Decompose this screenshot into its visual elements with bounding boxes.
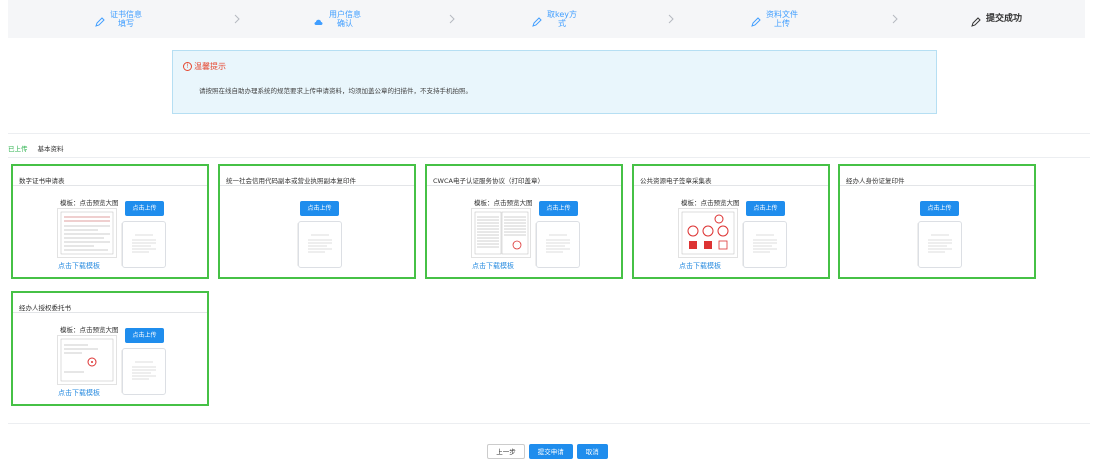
card-title: 经办人授权委托书 (19, 304, 71, 312)
step-key-method[interactable]: 取key方式 (531, 0, 577, 38)
template-label: 模板：点击预览大图 (474, 199, 533, 207)
step-cert-info[interactable]: 证书信息 填写 (94, 0, 142, 38)
cancel-button[interactable]: 取消 (576, 444, 608, 459)
upload-preview (743, 221, 787, 268)
card-title: 公共资源电子签章采集表 (640, 177, 712, 185)
edit-icon (970, 13, 982, 27)
upload-button[interactable]: 点击上传 (125, 201, 164, 216)
step-label: 确认 (337, 19, 353, 28)
notice-box: ! 温馨提示 请按照在线自助办理系统的规范要求上传申请资料，均须加盖公章的扫描件… (172, 50, 937, 114)
upload-preview (122, 348, 166, 395)
step-label: 式 (558, 19, 566, 28)
prev-step-button[interactable]: 上一步 (487, 444, 525, 459)
download-template-link[interactable]: 点击下载模板 (472, 261, 514, 271)
step-label: 填写 (118, 19, 134, 28)
template-label: 模板：点击预览大图 (60, 199, 119, 207)
upload-button[interactable]: 点击上传 (300, 201, 339, 216)
upload-card-authorization-letter: 经办人授权委托书 模板：点击预览大图 点击下载模板 点击上传 (11, 291, 209, 406)
upload-card-cert-application: 数字证书申请表 模板：点击预览大图 点击下载模板 点击上传 (11, 164, 209, 279)
template-label: 模板：点击预览大图 (681, 199, 740, 207)
upload-card-agent-id: 经办人身份证复印件 点击上传 (838, 164, 1036, 279)
template-thumbnail[interactable] (57, 208, 117, 258)
step-label: 资料文件 (766, 10, 798, 19)
notice-title-text: 温馨提示 (194, 62, 226, 71)
chevron-right-icon (892, 14, 898, 24)
upload-preview (122, 221, 166, 268)
tab-uploaded[interactable]: 已上传 (8, 143, 28, 153)
card-title: 统一社会信用代码副本或营业执照副本复印件 (226, 177, 356, 185)
upload-preview (298, 221, 342, 268)
upload-card-cwca-agreement: CWCA电子认证服务协议（打印盖章） 模板：点击预览大图 点击下载模板 点击上传 (425, 164, 623, 279)
tab-basic-materials[interactable]: 基本资料 (38, 143, 64, 153)
step-label: 提交成功 (986, 13, 1023, 24)
notice-text: 请按照在线自助办理系统的规范要求上传申请资料，均须加盖公章的扫描件，不支持手机拍… (199, 87, 472, 95)
template-thumbnail[interactable] (57, 335, 117, 385)
download-template-link[interactable]: 点击下载模板 (679, 261, 721, 271)
step-label: 上传 (774, 19, 790, 28)
chevron-right-icon (234, 14, 240, 24)
upload-button[interactable]: 点击上传 (920, 201, 959, 216)
step-bar: 证书信息 填写 用户信息 确认 取key方式 资料文件 上传 提交成功 (8, 0, 1085, 38)
download-template-link[interactable]: 点击下载模板 (58, 261, 100, 271)
warning-icon: ! (183, 62, 192, 71)
tab-bar: 已上传 基本资料 (8, 140, 74, 156)
divider (8, 423, 1090, 424)
action-bar: 上一步 提交申请 取消 (0, 444, 1095, 459)
template-thumbnail[interactable] (678, 208, 738, 258)
card-title: 经办人身份证复印件 (846, 177, 905, 185)
template-label: 模板：点击预览大图 (60, 326, 119, 334)
step-label: 证书信息 (110, 10, 142, 19)
download-template-link[interactable]: 点击下载模板 (58, 388, 100, 398)
upload-preview (536, 221, 580, 268)
upload-card-business-license: 统一社会信用代码副本或营业执照副本复印件 点击上传 (218, 164, 416, 279)
upload-button[interactable]: 点击上传 (746, 201, 785, 216)
chevron-right-icon (449, 14, 455, 24)
step-label: 用户信息 (329, 10, 361, 19)
step-file-upload[interactable]: 资料文件 上传 (750, 0, 798, 38)
template-thumbnail[interactable] (471, 208, 531, 258)
card-title: 数字证书申请表 (19, 177, 65, 185)
card-title: CWCA电子认证服务协议（打印盖章） (433, 177, 544, 185)
step-user-info[interactable]: 用户信息 确认 (313, 0, 361, 38)
upload-button[interactable]: 点击上传 (125, 328, 164, 343)
edit-icon (750, 13, 762, 27)
step-label: 取key方 (547, 10, 578, 19)
edit-icon (94, 13, 106, 27)
divider (8, 133, 1090, 134)
divider (8, 157, 1090, 158)
notice-title: ! 温馨提示 (183, 61, 226, 72)
cloud-upload-icon (313, 13, 325, 25)
chevron-right-icon (668, 14, 674, 24)
upload-card-seal-collection: 公共资源电子签章采集表 模板：点击预览大图 点击下载模板 点击上传 (632, 164, 830, 279)
upload-button[interactable]: 点击上传 (539, 201, 578, 216)
step-submit-success[interactable]: 提交成功 (970, 0, 1022, 38)
submit-application-button[interactable]: 提交申请 (528, 444, 573, 459)
upload-preview (918, 221, 962, 268)
edit-icon (531, 13, 543, 27)
